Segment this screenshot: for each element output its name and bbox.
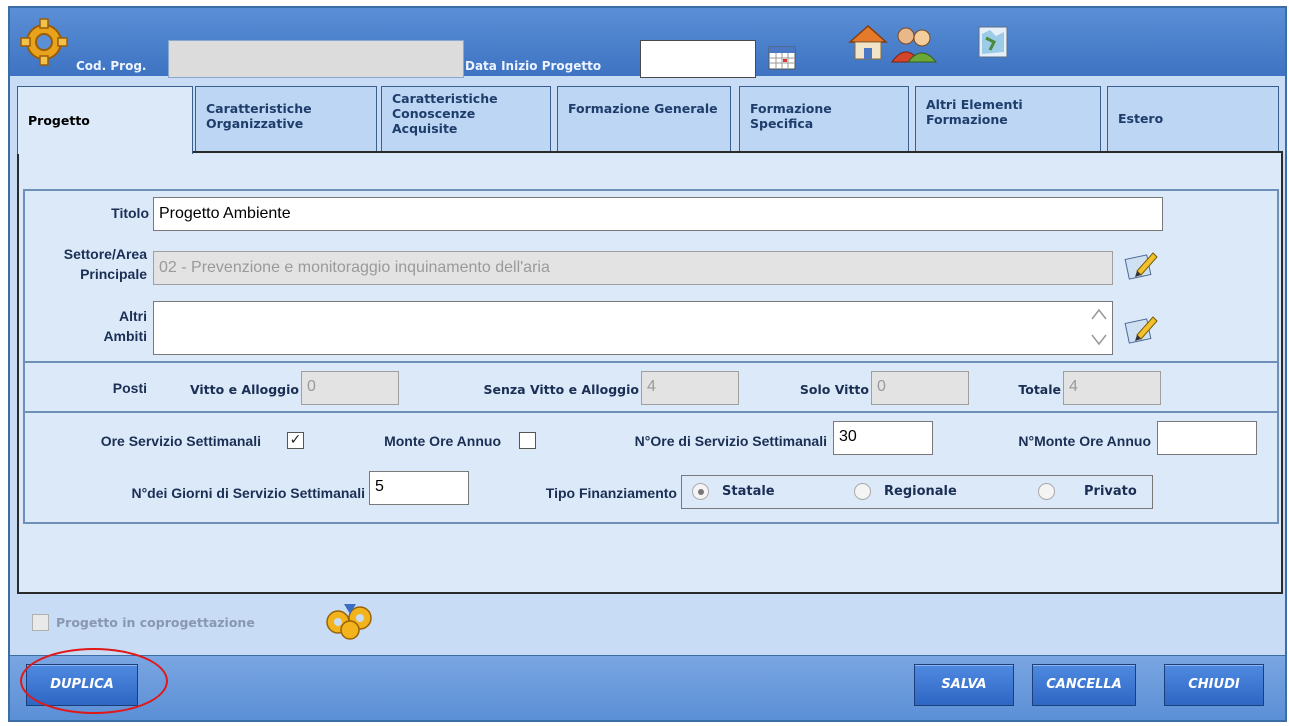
- app-window: Cod. Prog. Data Inizio Progetto Progetto…: [0, 0, 1289, 726]
- totale-label: Totale: [1018, 382, 1061, 397]
- tipo-finanziamento-radio-group: Statale Regionale Privato: [681, 475, 1153, 509]
- tab-progetto[interactable]: Progetto: [17, 86, 193, 154]
- radio-statale-label: Statale: [722, 484, 775, 499]
- annotation-circle: [20, 648, 168, 714]
- altri-label-line1: Altri: [119, 308, 147, 324]
- radio-privato[interactable]: [1038, 483, 1055, 500]
- n-ore-input[interactable]: 30: [833, 421, 933, 455]
- project-window: Cod. Prog. Data Inizio Progetto Progetto…: [8, 6, 1287, 722]
- titolo-input[interactable]: Progetto Ambiente: [153, 197, 1163, 231]
- vitto-alloggio-label: Vitto e Alloggio: [189, 382, 299, 397]
- n-ore-label: N°Ore di Servizio Settimanali: [634, 433, 827, 449]
- users-icon[interactable]: [890, 24, 938, 64]
- totale-input: 4: [1063, 371, 1161, 405]
- project-form: Titolo Progetto Ambiente Settore/Area Pr…: [23, 189, 1279, 524]
- monte-ore-checkbox[interactable]: [519, 432, 536, 449]
- tab-bar: Progetto Caratteristiche Organizzative C…: [17, 86, 1283, 154]
- data-inizio-label: Data Inizio Progetto: [465, 59, 602, 73]
- coprogettazione-checkbox[interactable]: [32, 614, 49, 631]
- cancella-button[interactable]: CANCELLA: [1032, 664, 1136, 706]
- tab-caratteristiche-organizzative[interactable]: Caratteristiche Organizzative: [195, 86, 377, 152]
- altri-label-line2: Ambiti: [103, 328, 147, 344]
- gear-icon: [20, 18, 68, 66]
- monte-ore-label: Monte Ore Annuo: [384, 433, 501, 449]
- header-bar: Cod. Prog. Data Inizio Progetto: [10, 8, 1285, 78]
- salva-button[interactable]: SALVA: [914, 664, 1014, 706]
- tab-altri-elementi-formazione[interactable]: Altri Elementi Formazione: [915, 86, 1101, 152]
- cod-prog-label: Cod. Prog.: [76, 59, 147, 73]
- solo-vitto-label: Solo Vitto: [799, 382, 869, 397]
- coprogettazione-label: Progetto in coprogettazione: [56, 615, 255, 630]
- n-giorni-label: N°dei Giorni di Servizio Settimanali: [131, 485, 365, 501]
- separator: [25, 361, 1277, 363]
- cod-prog-input[interactable]: [168, 40, 464, 78]
- tab-estero[interactable]: Estero: [1107, 86, 1279, 152]
- titolo-label: Titolo: [111, 205, 149, 221]
- map-icon[interactable]: [976, 24, 1010, 60]
- senza-vitto-input: 4: [641, 371, 739, 405]
- ore-servizio-label: Ore Servizio Settimanali: [100, 433, 261, 449]
- n-monte-ore-label: N°Monte Ore Annuo: [1018, 433, 1151, 449]
- home-icon[interactable]: [846, 22, 890, 62]
- calendar-icon[interactable]: [768, 44, 796, 70]
- tipo-finanziamento-label: Tipo Finanziamento: [545, 485, 677, 501]
- tab-formazione-generale[interactable]: Formazione Generale: [557, 86, 731, 152]
- solo-vitto-input: 0: [871, 371, 969, 405]
- edit-altri-icon[interactable]: [1123, 313, 1159, 347]
- altri-ambiti-textarea[interactable]: [153, 301, 1113, 355]
- edit-settore-icon[interactable]: [1123, 249, 1159, 283]
- settore-input: 02 - Prevenzione e monitoraggio inquinam…: [153, 251, 1113, 285]
- settore-label-line2: Principale: [80, 266, 147, 282]
- tab-panel: Titolo Progetto Ambiente Settore/Area Pr…: [17, 151, 1283, 594]
- radio-privato-label: Privato: [1084, 484, 1137, 499]
- vitto-alloggio-input: 0: [301, 371, 399, 405]
- tab-caratteristiche-conoscenze-acquisite[interactable]: Caratteristiche Conoscenze Acquisite: [381, 86, 551, 152]
- n-monte-ore-input[interactable]: [1157, 421, 1257, 455]
- radio-statale[interactable]: [692, 483, 709, 500]
- coprogettazione-gears-icon[interactable]: [322, 598, 378, 642]
- n-giorni-input[interactable]: 5: [369, 471, 469, 505]
- tab-formazione-specifica[interactable]: Formazione Specifica: [739, 86, 909, 152]
- settore-label-line1: Settore/Area: [63, 246, 147, 262]
- separator: [25, 411, 1277, 413]
- data-inizio-input[interactable]: [640, 40, 756, 78]
- ore-servizio-checkbox[interactable]: ✓: [287, 432, 304, 449]
- textarea-scroll-arrows[interactable]: [1089, 305, 1109, 349]
- posti-label: Posti: [112, 380, 147, 396]
- chiudi-button[interactable]: CHIUDI: [1164, 664, 1264, 706]
- radio-regionale[interactable]: [854, 483, 871, 500]
- senza-vitto-label: Senza Vitto e Alloggio: [483, 382, 640, 397]
- radio-regionale-label: Regionale: [884, 484, 957, 499]
